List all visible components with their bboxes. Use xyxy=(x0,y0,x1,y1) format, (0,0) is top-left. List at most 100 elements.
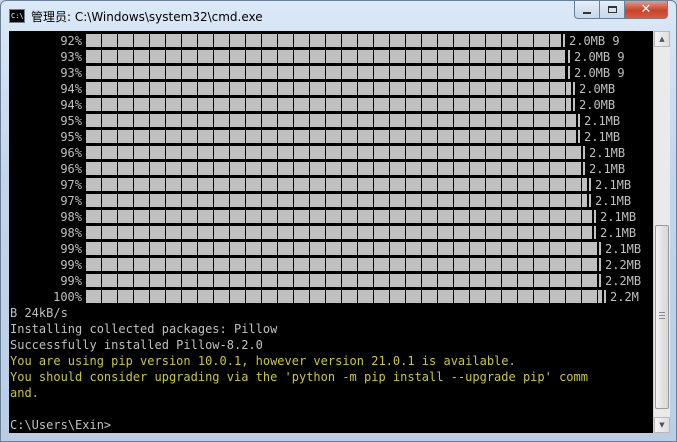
progress-line: 100% 2.2M xyxy=(10,289,650,305)
progress-percent: 98% xyxy=(60,210,82,224)
output-line: You should consider upgrading via the 'p… xyxy=(10,370,588,384)
progress-percent: 94% xyxy=(60,98,82,112)
progress-line: 97% 2.1MB xyxy=(10,177,650,193)
progress-bar-edge xyxy=(578,130,580,143)
progress-bar xyxy=(86,146,581,159)
scroll-down-button[interactable]: ▼ xyxy=(654,417,670,433)
progress-bar xyxy=(86,178,587,191)
download-size: 2.1MB xyxy=(584,130,621,144)
output-line: Successfully installed Pillow-8.2.0 xyxy=(10,338,263,352)
progress-percent: 92% xyxy=(60,34,82,48)
progress-line: 99% 2.2MB xyxy=(10,257,650,273)
output-line: and. xyxy=(10,386,39,400)
progress-line: 99% 2.1MB xyxy=(10,241,650,257)
progress-bar-edge xyxy=(573,82,575,95)
progress-percent: 93% xyxy=(60,66,82,80)
progress-bar-edge xyxy=(594,210,596,223)
progress-percent: 95% xyxy=(60,114,82,128)
progress-bar xyxy=(86,258,597,271)
progress-bar-edge xyxy=(568,66,570,79)
progress-percent: 96% xyxy=(60,146,82,160)
maximize-button[interactable] xyxy=(600,1,625,19)
progress-percent: 99% xyxy=(60,242,82,256)
download-size: 2.0MB xyxy=(579,82,616,96)
progress-bar xyxy=(86,130,576,143)
output-line: You are using pip version 10.0.1, howeve… xyxy=(10,354,516,368)
progress-bar-edge xyxy=(583,146,585,159)
download-size: 2.1MB xyxy=(584,114,621,128)
maximize-icon xyxy=(607,6,617,13)
progress-line: 96% 2.1MB xyxy=(10,145,650,161)
progress-bar xyxy=(86,242,597,255)
download-size: 2.2M xyxy=(610,290,639,304)
progress-bar-edge xyxy=(563,34,565,47)
progress-percent: 99% xyxy=(60,274,82,288)
download-size: 2.0MB 9 xyxy=(574,50,625,64)
progress-bar-edge xyxy=(589,194,591,207)
scrollbar-thumb[interactable] xyxy=(655,225,669,409)
progress-bar-edge xyxy=(599,258,601,271)
progress-percent: 100% xyxy=(53,290,82,304)
scroll-up-button[interactable]: ▲ xyxy=(654,31,670,47)
progress-line: 95% 2.1MB xyxy=(10,113,650,129)
download-size: 2.0MB xyxy=(579,98,616,112)
close-button[interactable]: ✕ xyxy=(625,1,668,19)
download-size: 2.1MB xyxy=(600,210,637,224)
progress-bar xyxy=(86,226,592,239)
close-icon: ✕ xyxy=(640,1,652,17)
vertical-scrollbar[interactable]: ▲ ▼ xyxy=(653,31,670,433)
output-line: Installing collected packages: Pillow xyxy=(10,322,278,336)
minimize-icon xyxy=(583,11,591,14)
download-size: 2.0MB 9 xyxy=(569,34,620,48)
progress-percent: 94% xyxy=(60,82,82,96)
progress-bar xyxy=(86,82,571,95)
progress-line: 98% 2.1MB xyxy=(10,225,650,241)
progress-line: 99% 2.2MB xyxy=(10,273,650,289)
download-size: 2.0MB 9 xyxy=(574,66,625,80)
progress-line: 93% 2.0MB 9 xyxy=(10,49,650,65)
progress-line: 94% 2.0MB xyxy=(10,81,650,97)
progress-bar xyxy=(86,98,571,111)
command-prompt: C:\Users\Exin> xyxy=(10,418,112,432)
progress-percent: 93% xyxy=(60,50,82,64)
progress-bar-edge xyxy=(589,178,591,191)
progress-bar xyxy=(86,50,566,63)
progress-percent: 98% xyxy=(60,226,82,240)
progress-bar-edge xyxy=(568,50,570,63)
title-bar[interactable]: C:\ 管理员: C:\Windows\system32\cmd.exe ✕ xyxy=(1,1,676,31)
progress-bar xyxy=(86,290,602,303)
progress-bar xyxy=(86,66,566,79)
thumb-grip xyxy=(659,312,665,313)
thumb-grip xyxy=(659,315,665,316)
output-line: B 24kB/s xyxy=(10,306,68,320)
progress-bar-edge xyxy=(578,114,580,127)
progress-bar-edge xyxy=(599,274,601,287)
window-title: 管理员: C:\Windows\system32\cmd.exe xyxy=(31,10,263,24)
download-size: 2.2MB xyxy=(605,258,642,272)
download-size: 2.2MB xyxy=(605,274,642,288)
download-size: 2.1MB xyxy=(605,242,642,256)
console-output[interactable]: 92% 2.0MB 9 93% 2.0MB 9 93% 2.0MB 9 94% 2.0MB 94… xyxy=(9,31,653,433)
progress-bar xyxy=(86,114,576,127)
progress-bar-edge xyxy=(583,162,585,175)
progress-bar xyxy=(86,210,592,223)
progress-bar-edge xyxy=(604,290,606,303)
cmd-window: C:\ 管理员: C:\Windows\system32\cmd.exe ✕ 9… xyxy=(0,0,677,442)
progress-percent: 97% xyxy=(60,178,82,192)
progress-percent: 95% xyxy=(60,130,82,144)
progress-line: 95% 2.1MB xyxy=(10,129,650,145)
download-size: 2.1MB xyxy=(589,146,626,160)
progress-bar-edge xyxy=(594,226,596,239)
caption-buttons: ✕ xyxy=(574,1,668,21)
download-size: 2.1MB xyxy=(600,226,637,240)
progress-line: 92% 2.0MB 9 xyxy=(10,33,650,49)
minimize-button[interactable] xyxy=(574,1,600,19)
progress-line: 97% 2.1MB xyxy=(10,193,650,209)
progress-line: 98% 2.1MB xyxy=(10,209,650,225)
cmd-icon[interactable]: C:\ xyxy=(9,9,25,23)
thumb-grip xyxy=(659,318,665,319)
download-size: 2.1MB xyxy=(589,162,626,176)
progress-bar-edge xyxy=(599,242,601,255)
progress-bar xyxy=(86,274,597,287)
